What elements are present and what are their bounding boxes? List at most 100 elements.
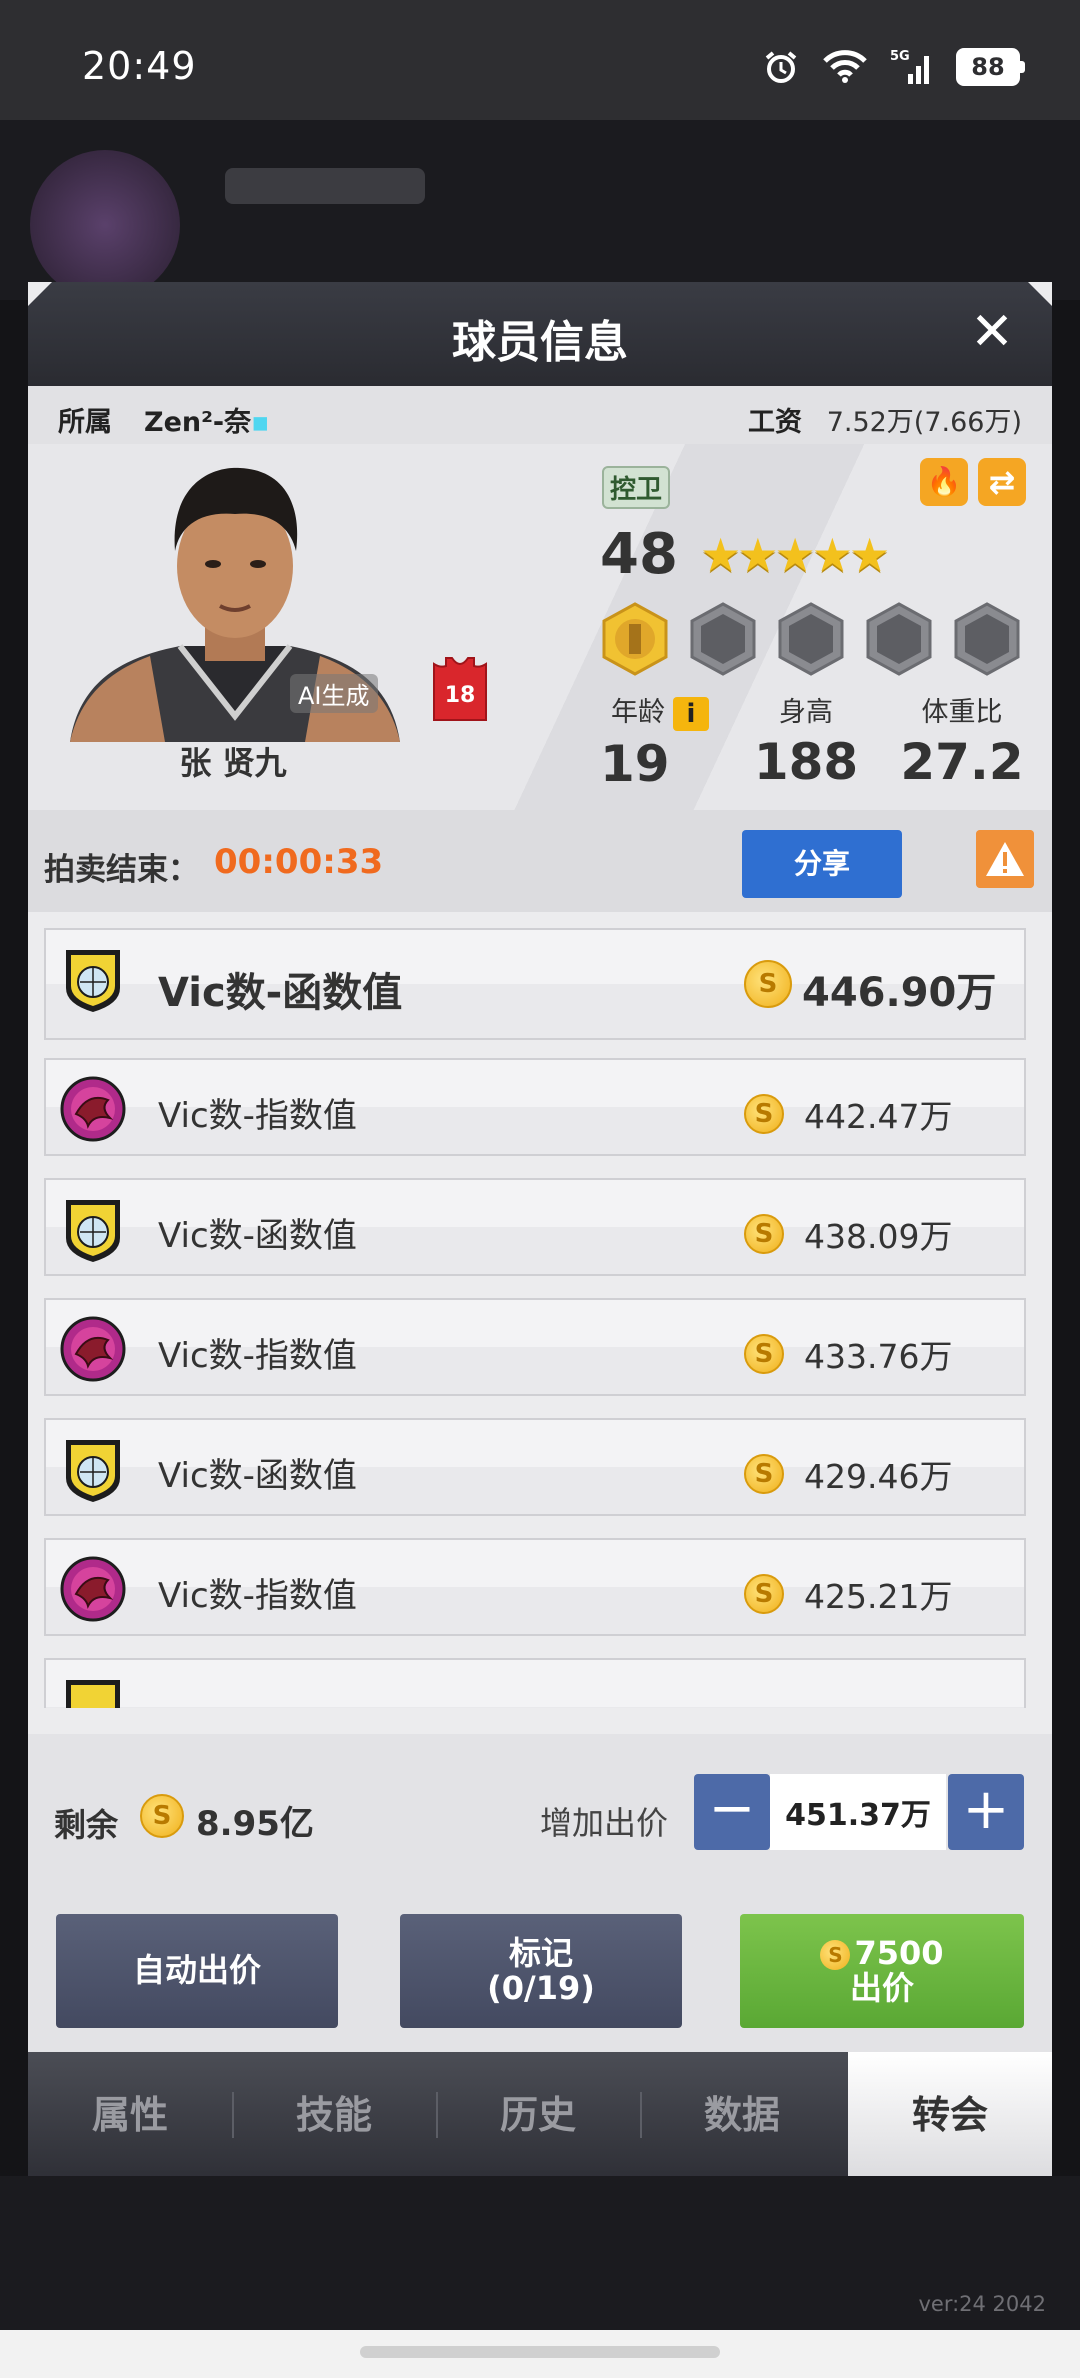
dragon-logo-icon <box>60 1556 126 1622</box>
mark-count: (0/19) <box>487 1969 595 2007</box>
stat-label: 体重比 <box>921 697 1003 728</box>
home-indicator[interactable] <box>360 2346 720 2358</box>
version-label: ver:24 2042 <box>918 2292 1046 2316</box>
info-icon[interactable]: i <box>673 696 709 731</box>
stat-value: 19 <box>600 734 670 793</box>
player-panel: AI生成 18 张 贤九 控卫 🔥 ⇄ 48 ★★★★★ 年龄 i 19 身高 1… <box>28 444 1052 810</box>
player-badge-icon[interactable] <box>600 602 670 676</box>
bid-row-partial <box>44 1658 1026 1708</box>
team-label: 所属 <box>58 407 112 438</box>
player-rating: 48 <box>600 522 678 587</box>
age-label: 年龄 <box>611 697 665 728</box>
star-rating: ★★★★★ <box>700 528 890 582</box>
swap-icon[interactable]: ⇄ <box>978 458 1026 506</box>
bid-row: Vic数-指数值 S 425.21万 <box>44 1538 1026 1636</box>
coin-icon: S <box>744 1214 784 1254</box>
tab-attributes[interactable]: 属性 <box>28 2052 232 2178</box>
signal-icon: 5G <box>890 49 929 84</box>
tab-data[interactable]: 数据 <box>640 2052 844 2178</box>
jersey-number: 18 <box>445 683 476 708</box>
badge-slot-icon[interactable] <box>776 602 846 676</box>
mark-button[interactable]: 标记 (0/19) <box>400 1914 682 2028</box>
svg-text:5G: 5G <box>890 49 910 64</box>
player-name: 张 贤九 <box>179 744 287 782</box>
bid-row: Vic数-指数值 S 442.47万 <box>44 1058 1026 1156</box>
salary-label: 工资 <box>748 407 802 438</box>
coin-icon: S <box>744 1094 784 1134</box>
stat-value: 27.2 <box>900 733 1024 791</box>
increase-bid-button[interactable]: + <box>948 1774 1024 1850</box>
position-badge: 控卫 <box>602 466 671 509</box>
modal-title: 球员信息 <box>452 317 628 368</box>
blurred-team-name <box>225 168 425 204</box>
bid-amount: 425.21万 <box>804 1577 953 1616</box>
bid-price-input[interactable] <box>770 1774 946 1850</box>
alarm-icon <box>765 51 797 83</box>
battery-indicator: 88 <box>956 48 1025 86</box>
shield-logo-icon <box>66 950 120 1012</box>
bid-cost-value: 7500 <box>854 1933 944 1972</box>
dragon-logo-icon <box>60 1316 126 1382</box>
mark-label: 标记 <box>508 1933 573 1972</box>
stat-weight-ratio: 体重比 27.2 <box>892 690 1032 791</box>
stat-height: 身高 188 <box>736 690 876 791</box>
coin-icon: S <box>744 1574 784 1614</box>
coin-icon: S <box>744 1454 784 1494</box>
ai-generated-label: AI生成 <box>290 674 378 713</box>
dragon-logo-icon <box>60 1076 126 1142</box>
modal-header: 球员信息 ✕ <box>28 282 1052 386</box>
bid-list[interactable]: Vic数-函数值 S 446.90万 Vic数-指数值 S 442.47万 Vi… <box>28 928 1052 1708</box>
tab-history[interactable]: 历史 <box>436 2052 640 2178</box>
bid-team: Vic数-函数值 <box>158 970 403 1016</box>
coin-icon: S <box>744 960 792 1008</box>
team-color-dot: ▪ <box>251 407 270 438</box>
fire-icon[interactable]: 🔥 <box>920 458 968 506</box>
skill-badges <box>600 602 1022 676</box>
bid-row: Vic数-函数值 S 446.90万 <box>44 928 1026 1040</box>
jersey-icon: 18 <box>433 657 487 721</box>
team-salary-row: 所属 Zen²-奈▪ 工资 7.52万(7.66万) <box>28 386 1052 444</box>
coin-icon: S <box>140 1794 184 1838</box>
warning-icon[interactable] <box>976 830 1034 888</box>
stat-age: 年龄 i 19 <box>600 690 720 793</box>
auction-timer: 00:00:33 <box>214 842 384 882</box>
bid-team: Vic数-函数值 <box>158 1456 357 1496</box>
badge-slot-icon[interactable] <box>952 602 1022 676</box>
badge-slot-icon[interactable] <box>864 602 934 676</box>
background-header <box>0 120 1080 300</box>
wifi-icon <box>823 50 867 83</box>
auto-bid-button[interactable]: 自动出价 <box>56 1914 338 2028</box>
decrease-bid-button[interactable]: − <box>694 1774 770 1850</box>
status-bar: 20:49 5G 88 <box>0 0 1080 120</box>
stat-label: 身高 <box>779 697 833 728</box>
bid-row: Vic数-函数值 S 429.46万 <box>44 1418 1026 1516</box>
shield-logo-icon <box>66 1440 120 1502</box>
shield-logo-icon <box>66 1680 120 1708</box>
tab-transfer[interactable]: 转会 <box>848 2052 1052 2178</box>
stat-label: 年龄 i <box>600 690 720 731</box>
place-bid-button[interactable]: S 7500 出价 <box>740 1914 1024 2028</box>
auction-row: 拍卖结束： 00:00:33 分享 <box>28 810 1052 912</box>
bid-team: Vic数-指数值 <box>158 1336 357 1376</box>
team-name[interactable]: Zen²-奈▪ <box>144 400 269 439</box>
bid-row: Vic数-函数值 S 438.09万 <box>44 1178 1026 1276</box>
bid-label: 出价 <box>849 1969 914 2007</box>
bid-controls: 剩余 S 8.95亿 增加出价 − + 自动出价 标记 (0/19) S7500… <box>28 1734 1052 2060</box>
remaining-value: 8.95亿 <box>196 1804 314 1844</box>
tab-bar: 属性 技能 历史 数据 转会 <box>28 2052 1052 2178</box>
bid-cost: S 7500 <box>820 1933 944 1972</box>
salary-value: 7.52万(7.66万) <box>826 407 1022 438</box>
coin-icon: S <box>820 1939 851 1970</box>
stat-value: 188 <box>753 733 859 791</box>
bid-amount: 433.76万 <box>804 1337 953 1376</box>
status-icons: 5G 88 <box>762 48 1025 86</box>
status-time: 20:49 <box>82 44 197 88</box>
increase-bid-label: 增加出价 <box>540 1804 669 1842</box>
share-button[interactable]: 分享 <box>742 830 902 898</box>
tab-skills[interactable]: 技能 <box>232 2052 436 2178</box>
bid-row: Vic数-指数值 S 433.76万 <box>44 1298 1026 1396</box>
close-button[interactable]: ✕ <box>964 304 1020 360</box>
badge-slot-icon[interactable] <box>688 602 758 676</box>
bid-amount: 442.47万 <box>804 1097 953 1136</box>
bid-team: Vic数-函数值 <box>158 1216 357 1256</box>
